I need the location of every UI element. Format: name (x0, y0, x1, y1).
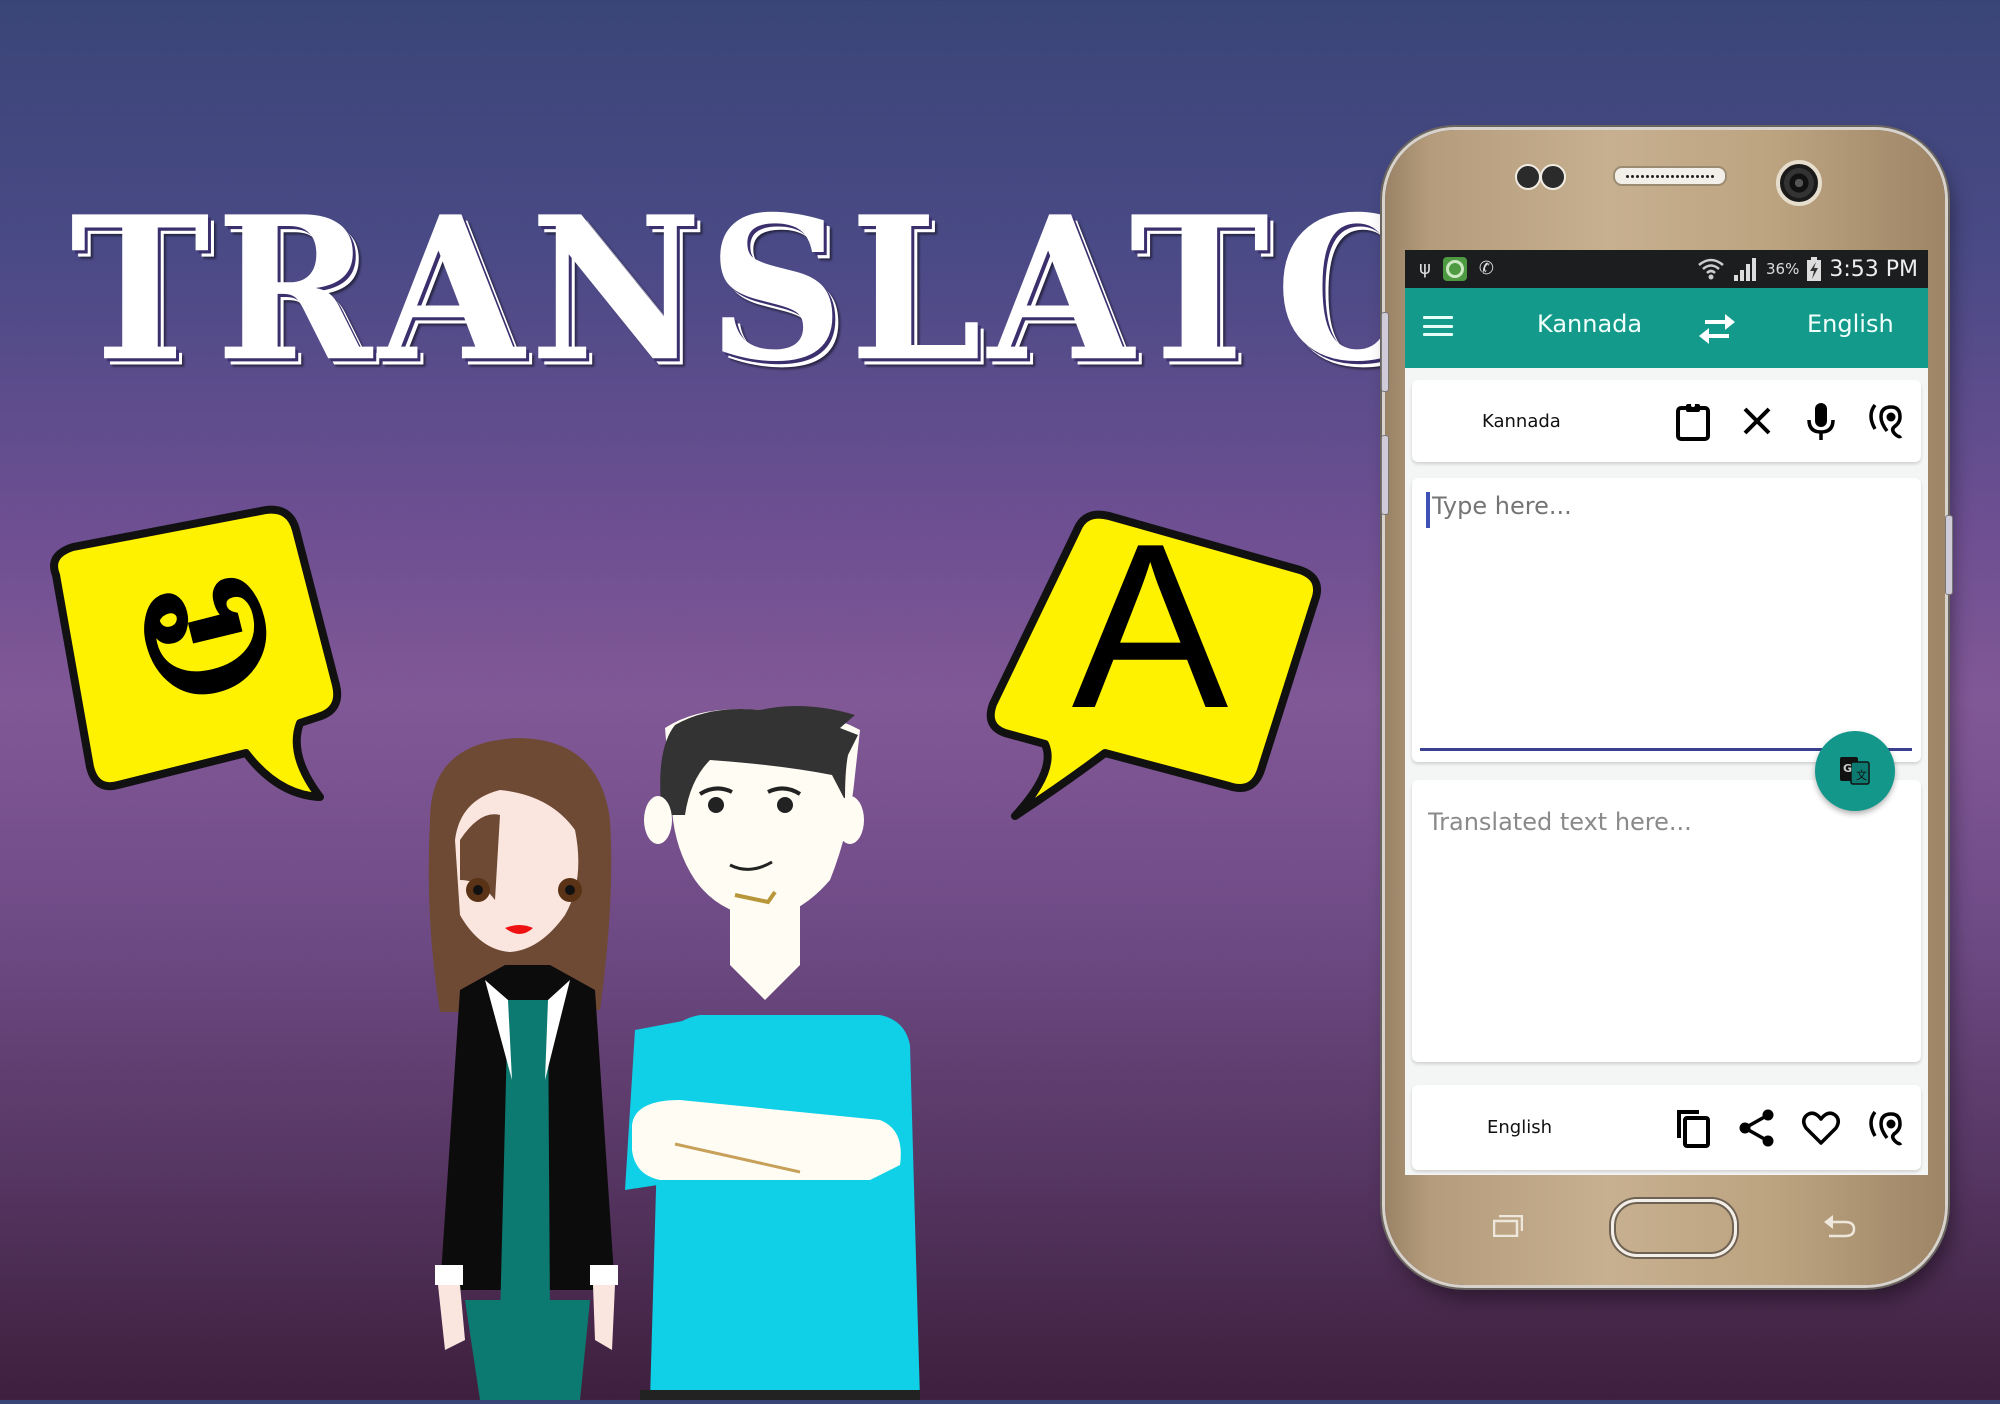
translate-button[interactable]: G 文 (1815, 731, 1895, 811)
source-language-label: Kannada (1482, 410, 1561, 432)
battery-icon (1807, 257, 1822, 281)
front-camera (1776, 160, 1822, 206)
listen-source-button[interactable] (1863, 399, 1907, 443)
status-time: 3:53 PM (1829, 256, 1918, 282)
missed-call-icon: ✆ (1478, 258, 1494, 279)
status-bar: ψ ✆ 36% 3:53 PM (1405, 250, 1928, 288)
close-icon (1743, 407, 1771, 435)
app-toolbar: Kannada English (1405, 288, 1928, 368)
usb-icon: ψ (1419, 258, 1431, 279)
output-card: Translated text here... (1412, 780, 1921, 1062)
target-language-bar: English (1412, 1085, 1921, 1170)
app-screen: ψ ✆ 36% 3:53 PM Kannada English Kannada … (1405, 250, 1928, 1175)
favorite-button[interactable] (1799, 1106, 1843, 1150)
proximity-sensor (1515, 164, 1541, 190)
input-card (1412, 478, 1921, 762)
svg-text:文: 文 (1856, 768, 1867, 782)
hearing-icon (1869, 403, 1903, 439)
heart-icon (1802, 1110, 1840, 1145)
source-text-input[interactable] (1426, 492, 1912, 742)
share-icon (1739, 1109, 1774, 1146)
svg-text:G: G (1843, 762, 1852, 775)
hearing-icon (1869, 1110, 1903, 1145)
paste-button[interactable] (1671, 399, 1715, 443)
app-notification-icon (1442, 257, 1467, 281)
volume-down-button (1381, 435, 1389, 515)
man-illustration (625, 706, 920, 1400)
voice-input-button[interactable] (1799, 399, 1843, 443)
copy-button[interactable] (1671, 1106, 1715, 1150)
clipboard-icon (1676, 403, 1710, 441)
recent-apps-button[interactable] (1493, 1215, 1523, 1237)
microphone-icon (1807, 403, 1835, 440)
menu-button[interactable] (1423, 312, 1453, 340)
hardware-navigation-bar (1405, 1175, 1928, 1275)
light-sensor (1540, 164, 1566, 190)
listen-target-button[interactable] (1863, 1106, 1907, 1150)
home-button[interactable] (1611, 1199, 1737, 1257)
swap-languages-button[interactable] (1695, 308, 1739, 348)
clear-button[interactable] (1735, 399, 1779, 443)
copy-icon (1677, 1109, 1710, 1148)
source-language-bar: Kannada (1412, 380, 1921, 462)
promo-title: TRANSLATOR (70, 173, 1608, 406)
target-language-selector[interactable]: English (1807, 310, 1894, 338)
source-language-selector[interactable]: Kannada (1537, 310, 1642, 338)
hamburger-menu-icon (1423, 316, 1453, 319)
target-language-label: English (1487, 1117, 1552, 1138)
wifi-icon (1698, 258, 1724, 280)
google-translate-icon: G 文 (1840, 757, 1870, 785)
share-button[interactable] (1735, 1106, 1779, 1150)
translated-text: Translated text here... (1428, 808, 1692, 836)
woman-illustration (428, 738, 618, 1400)
characters-illustration (400, 700, 1050, 1400)
volume-up-button (1381, 312, 1389, 392)
earpiece-speaker (1613, 166, 1727, 186)
swap-arrows-icon (1699, 314, 1735, 344)
power-button (1945, 515, 1953, 595)
speech-bubble-kannada: ಅ (38, 492, 368, 805)
signal-icon (1734, 258, 1756, 281)
battery-percentage: 36% (1766, 260, 1800, 278)
back-button[interactable] (1823, 1213, 1857, 1239)
